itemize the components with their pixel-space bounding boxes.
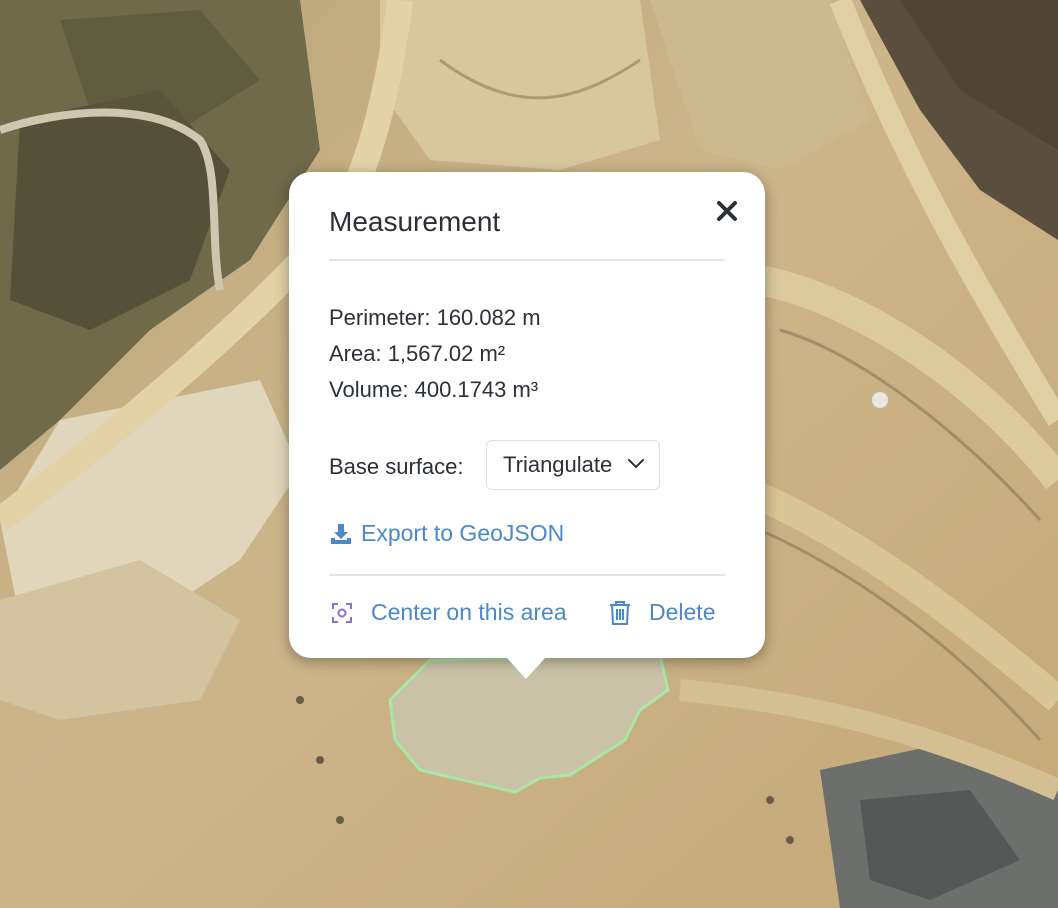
chevron-down-icon [628,459,644,469]
base-surface-label: Base surface: [329,454,464,479]
base-surface-select[interactable]: Triangulate [486,440,660,490]
center-on-area-link[interactable]: Center on this area [331,599,567,626]
title-divider [329,259,725,261]
delete-label: Delete [649,599,716,625]
measurement-popup [289,172,765,658]
popup-pointer [506,657,546,679]
close-icon[interactable] [716,200,738,222]
export-label: Export to GeoJSON [361,520,565,546]
focus-icon [332,602,352,623]
export-geojson-link[interactable]: Export to GeoJSON [329,520,564,547]
delete-link[interactable]: Delete [609,599,715,626]
center-label: Center on this area [371,599,567,625]
area-text: Area: 1,567.02 m² [329,341,506,366]
base-surface-value: Triangulate [503,452,613,477]
download-icon [331,523,351,544]
perimeter-text: Perimeter: 160.082 m [329,305,541,330]
actions-divider [329,574,725,576]
popup-title: Measurement [329,206,501,237]
volume-text: Volume: 400.1743 m³ [329,377,539,402]
trash-icon [610,600,630,625]
close-button[interactable] [712,196,742,226]
